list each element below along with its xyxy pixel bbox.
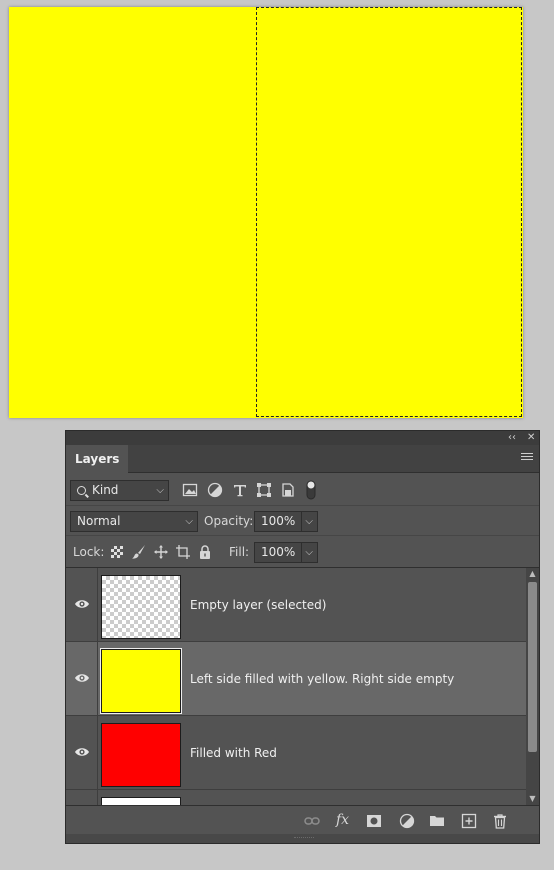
panel-title-bar: ‹‹ ✕	[66, 431, 539, 445]
chevron-down-icon[interactable]: ⌵	[301, 512, 313, 531]
close-icon[interactable]: ✕	[527, 431, 535, 445]
layer-row[interactable]: Filled with Red	[66, 716, 526, 790]
search-icon	[77, 486, 86, 495]
smart-object-filter-icon[interactable]	[280, 482, 296, 498]
double-chevron-left-icon[interactable]: ‹‹	[508, 431, 516, 445]
trash-icon[interactable]	[492, 813, 508, 829]
chevron-down-icon: ⌵	[156, 485, 164, 496]
layers-panel: ‹‹ ✕ Layers Kind ⌵ Normal ⌵ Opacity: 100…	[65, 430, 540, 844]
marquee-selection	[256, 7, 522, 417]
tab-row: Layers	[66, 445, 539, 473]
lock-all-icon[interactable]	[197, 544, 213, 560]
pixel-filter-icon[interactable]	[182, 482, 198, 498]
layer-name: Empty layer (selected)	[190, 598, 327, 612]
tab-layers[interactable]: Layers	[66, 445, 129, 473]
scroll-down-icon[interactable]: ▼	[528, 794, 537, 804]
adjustment-filter-icon[interactable]	[207, 482, 223, 498]
layer-thumbnail	[100, 648, 182, 714]
layer-row[interactable]	[66, 790, 526, 805]
lock-row: Lock: Fill: 100% ⌵	[66, 536, 539, 568]
layers-scrollbar[interactable]: ▲ ▼	[526, 568, 539, 805]
layer-thumbnail	[101, 797, 181, 805]
blend-mode-value: Normal	[77, 514, 121, 528]
new-layer-icon[interactable]	[461, 813, 477, 829]
group-folder-icon[interactable]	[429, 813, 445, 829]
lock-image-icon[interactable]	[131, 544, 147, 560]
blend-row: Normal ⌵ Opacity: 100% ⌵	[66, 506, 539, 536]
eye-icon[interactable]	[74, 746, 90, 758]
type-filter-icon[interactable]	[232, 482, 248, 498]
opacity-label: Opacity:	[204, 514, 254, 528]
scroll-up-icon[interactable]: ▲	[528, 569, 537, 579]
layer-row[interactable]: Empty layer (selected)	[66, 568, 526, 642]
fx-icon[interactable]: fx	[336, 812, 356, 828]
chevron-down-icon[interactable]: ⌵	[301, 543, 313, 562]
opacity-input[interactable]: 100% ⌵	[254, 511, 318, 532]
visibility-column	[66, 642, 98, 715]
chevron-down-icon: ⌵	[185, 516, 193, 527]
lock-label: Lock:	[73, 545, 105, 559]
layer-thumbnail	[101, 575, 181, 639]
visibility-column	[66, 716, 98, 789]
lock-position-icon[interactable]	[153, 544, 169, 560]
layer-name: Left side filled with yellow. Right side…	[190, 672, 455, 686]
fill-label: Fill:	[229, 545, 250, 559]
fill-input[interactable]: 100% ⌵	[254, 542, 318, 563]
fill-value: 100%	[261, 545, 296, 559]
filter-row: Kind ⌵	[66, 474, 539, 506]
scroll-thumb[interactable]	[528, 582, 537, 752]
filter-kind-dropdown[interactable]: Kind ⌵	[70, 480, 169, 501]
panel-menu-icon[interactable]	[521, 453, 533, 463]
visibility-column	[66, 568, 98, 641]
shape-filter-icon[interactable]	[256, 482, 272, 498]
layer-row-selected[interactable]: Left side filled with yellow. Right side…	[66, 642, 526, 716]
lock-artboard-icon[interactable]	[175, 544, 191, 560]
layers-list: Empty layer (selected) Left side filled …	[66, 568, 526, 805]
panel-resize-grip[interactable]	[66, 834, 539, 843]
blend-mode-dropdown[interactable]: Normal ⌵	[70, 511, 198, 532]
filter-toggle-icon[interactable]	[306, 480, 316, 500]
visibility-column	[66, 790, 98, 805]
eye-icon[interactable]	[74, 672, 90, 684]
adjustment-layer-icon[interactable]	[399, 813, 415, 829]
layer-thumbnail	[101, 723, 181, 787]
layers-bottom-toolbar: fx	[66, 805, 539, 835]
mask-icon[interactable]	[366, 813, 382, 829]
filter-kind-label: Kind	[92, 483, 119, 497]
link-layers-icon[interactable]	[304, 813, 320, 829]
eye-icon[interactable]	[74, 598, 90, 610]
layer-name: Filled with Red	[190, 746, 277, 760]
opacity-value: 100%	[261, 514, 296, 528]
document-canvas[interactable]	[9, 7, 523, 418]
lock-transparent-icon[interactable]	[109, 544, 125, 560]
